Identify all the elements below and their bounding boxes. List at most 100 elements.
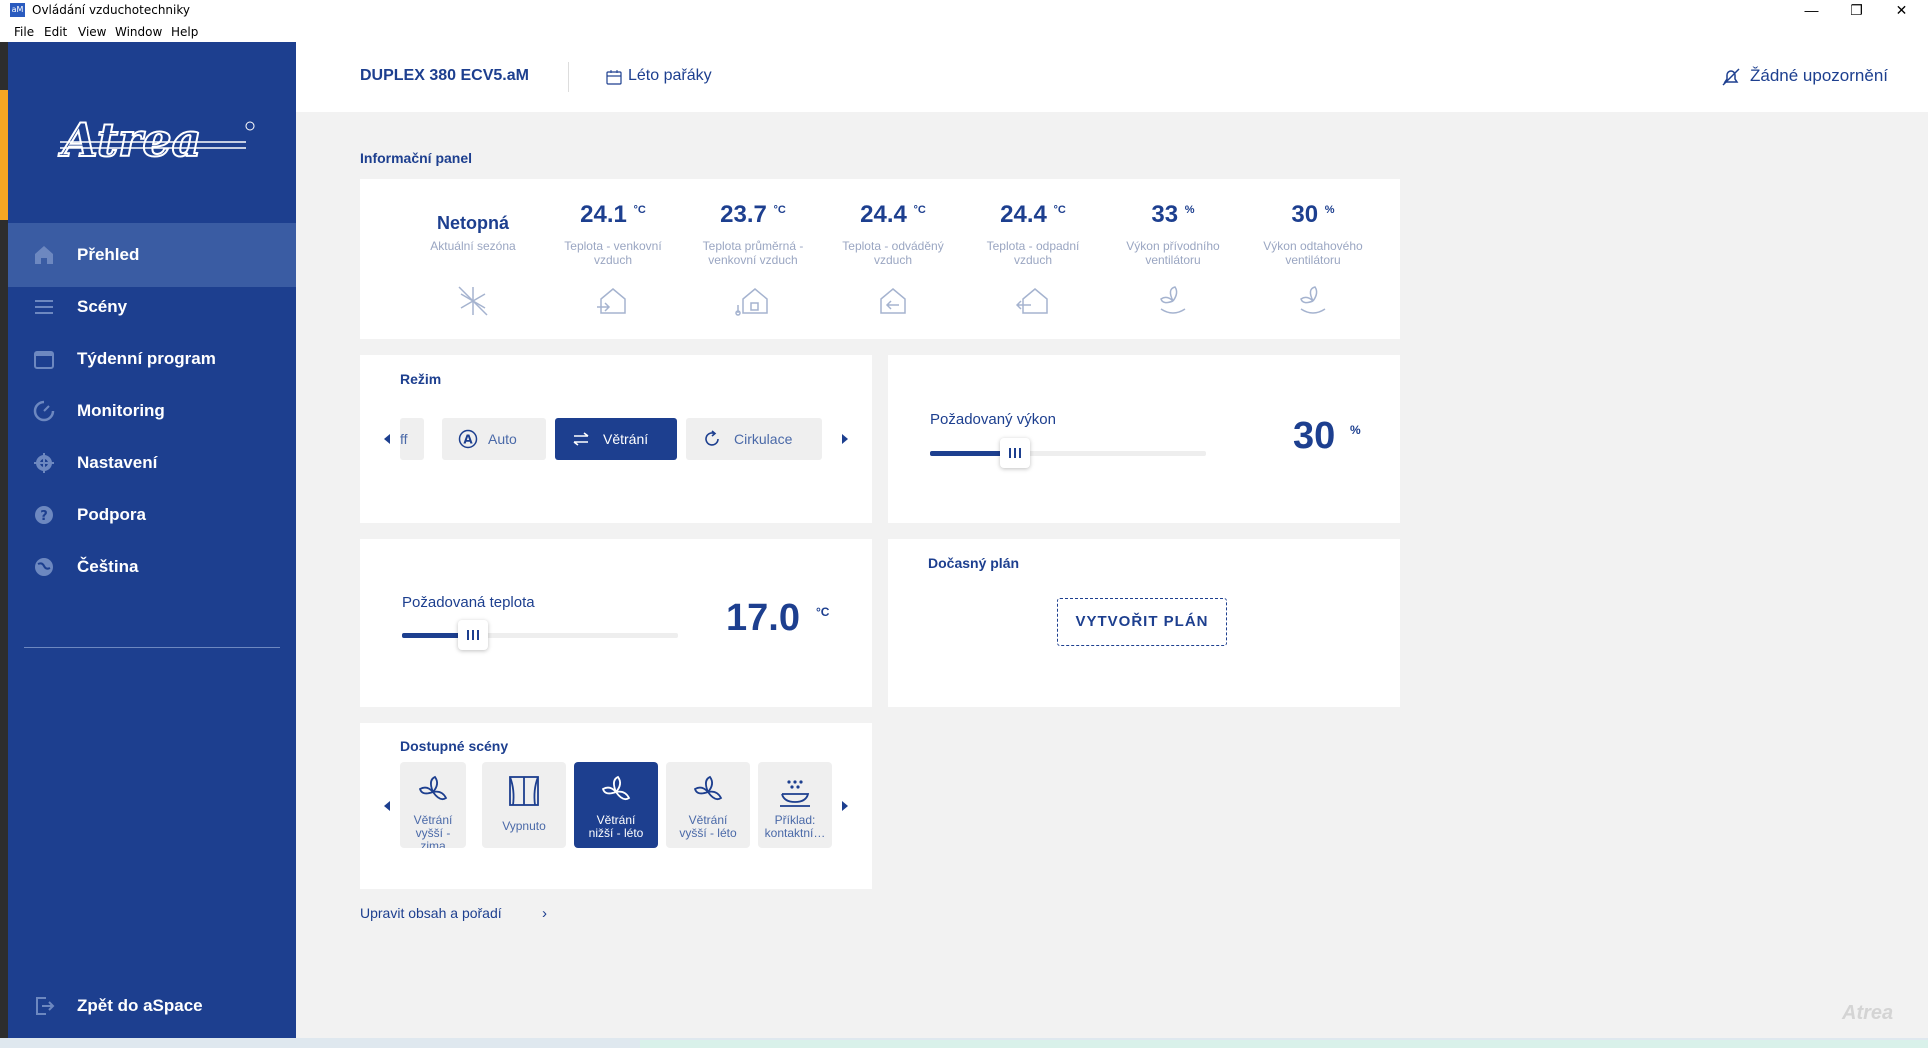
scenes-title: Dostupné scény (400, 738, 509, 754)
temperature-slider[interactable] (402, 620, 678, 650)
svg-text:A: A (463, 433, 473, 447)
window-titlebar: aM Ovládání vzduchotechniky — ❐ ✕ (0, 0, 1928, 20)
scene-vetrani-vyssi-zima[interactable]: Větrání vyšší - zima (400, 762, 466, 848)
power-slider[interactable] (930, 438, 1206, 468)
temporary-plan-card: Dočasný plán VYTVOŘIT PLÁN (888, 539, 1400, 707)
sidebar-item-label: Čeština (77, 557, 139, 576)
sidebar-item-label: Monitoring (77, 401, 165, 420)
temperature-card: Požadovaná teplota 17.0 °C (360, 539, 872, 707)
atrea-watermark: Atrea (1842, 1002, 1894, 1024)
mode-card: Režim ff A Auto Větrání Cirkulace (360, 355, 872, 523)
sidebar-divider (24, 647, 280, 648)
metric-value: 33 % (1151, 201, 1195, 228)
menu-edit[interactable]: Edit (44, 25, 67, 39)
sidebar-item-cestina[interactable]: Čeština (8, 535, 296, 599)
menu-file[interactable]: File (14, 25, 34, 39)
svg-text:?: ? (40, 509, 48, 524)
minimize-button[interactable]: — (1789, 0, 1834, 20)
metric-label: Teplota - odváděný vzduch (842, 239, 944, 267)
menu-window[interactable]: Window (115, 25, 162, 39)
chevron-right-icon[interactable]: › (542, 905, 547, 922)
mode-title: Režim (400, 371, 442, 387)
ventilation-icon (573, 432, 589, 446)
mode-scroll-left-icon[interactable] (384, 434, 390, 444)
metric-value: 24.4 °C (860, 201, 926, 228)
house-extract-icon (880, 288, 906, 314)
mode-button-label: Větrání (603, 431, 649, 447)
metric-value: 23.7 °C (720, 201, 786, 228)
mode-button-vetrani[interactable]: Větrání (555, 418, 677, 460)
menu-help[interactable]: Help (171, 25, 198, 39)
circulation-icon (705, 430, 719, 446)
atrea-logo: Atrea (57, 112, 255, 168)
scenes-scroll-left-icon[interactable] (384, 801, 390, 811)
cooking-icon (780, 780, 810, 807)
sidebar: Atrea Přehled Scény Týdenní program Moni… (8, 42, 296, 1038)
season-label: Léto pařáky (628, 67, 712, 84)
scene-vypnuto[interactable]: Vypnuto (482, 762, 566, 848)
house-exhaust-icon (1015, 288, 1048, 314)
sidebar-item-label: Nastavení (77, 453, 158, 472)
notifications-label: Žádné upozornění (1750, 66, 1888, 85)
bottom-strip-accent (640, 1040, 1928, 1048)
scene-priklad-kontaktni[interactable]: Příklad: kontaktní… (758, 762, 832, 848)
left-edge-accent (0, 90, 8, 220)
metric-value: Netopná (437, 213, 509, 233)
house-outdoor-icon (597, 288, 626, 314)
calendar-icon (34, 351, 54, 369)
power-title: Požadovaný výkon (930, 411, 1056, 428)
scene-label: Vypnuto (502, 819, 546, 833)
close-button[interactable]: ✕ (1879, 0, 1924, 20)
auto-icon: A (458, 429, 478, 449)
maximize-button[interactable]: ❐ (1834, 0, 1879, 20)
sidebar-item-label: Přehled (77, 245, 140, 264)
create-plan-button[interactable]: VYTVOŘIT PLÁN (1057, 598, 1227, 646)
scene-vetrani-vyssi-leto[interactable]: Větrání vyšší - léto (666, 762, 750, 848)
metric-label: Aktuální sezóna (430, 239, 516, 253)
metric-label: Teplota - venkovní vzduch (564, 239, 662, 267)
logo-wordmark: Atrea (58, 113, 201, 167)
temporary-plan-title: Dočasný plán (928, 555, 1020, 571)
scene-label: Příklad: kontaktní… (764, 813, 826, 840)
mode-button-label: ff (400, 431, 408, 447)
top-bar: DUPLEX 380 ECV5.aM Léto pařáky Žádné upo… (296, 42, 1928, 112)
supply-fan-icon (1160, 286, 1186, 314)
metric-label: Teplota průměrná - venkovní vzduch (702, 239, 804, 267)
fan-icon (693, 775, 723, 801)
season-off-icon (458, 286, 488, 316)
temperature-value: 17.0 (726, 597, 800, 639)
bell-off-icon (1722, 68, 1740, 86)
edit-scenes-link[interactable]: Upravit obsah a pořadí (360, 905, 502, 921)
scene-label: Větrání nižší - léto (588, 813, 644, 840)
info-panel-title: Informační panel (360, 150, 473, 166)
exit-icon (36, 997, 55, 1015)
mode-button-auto[interactable]: A Auto (442, 418, 546, 460)
sidebar-item-label: Podpora (77, 505, 146, 524)
scene-label: Větrání vyšší - zima (413, 813, 453, 849)
scene-vetrani-nizsi-leto[interactable]: Větrání nižší - léto (574, 762, 658, 848)
mode-button-cirkulace[interactable]: Cirkulace (686, 418, 822, 460)
power-slider-handle[interactable] (1000, 438, 1030, 468)
curtains-icon (509, 776, 539, 806)
temperature-unit: °C (816, 605, 830, 619)
metric-value: 30 % (1291, 201, 1335, 228)
scenes-scroll-right-icon[interactable] (842, 801, 848, 811)
home-icon (35, 246, 53, 264)
globe-icon (35, 558, 53, 576)
extract-fan-icon (1300, 286, 1326, 314)
menu-view[interactable]: View (78, 25, 106, 39)
list-icon (35, 300, 53, 314)
notifications-button[interactable]: Žádné upozornění (1720, 66, 1888, 88)
power-card: Požadovaný výkon 30 % (888, 355, 1400, 523)
back-to-aspace-button[interactable]: Zpět do aSpace (8, 974, 296, 1038)
help-icon: ? (35, 506, 53, 524)
sidebar-item-label: Týdenní program (77, 349, 216, 368)
temperature-slider-handle[interactable] (458, 620, 488, 650)
sidebar-item-label: Scény (77, 297, 128, 316)
metric-label: Výkon přívodního ventilátoru (1126, 239, 1220, 267)
mode-button-off[interactable]: ff (400, 418, 424, 460)
temperature-title: Požadovaná teplota (402, 594, 535, 611)
mode-button-label: Cirkulace (734, 431, 793, 447)
power-value: 30 (1293, 415, 1336, 457)
mode-scroll-right-icon[interactable] (842, 434, 848, 444)
